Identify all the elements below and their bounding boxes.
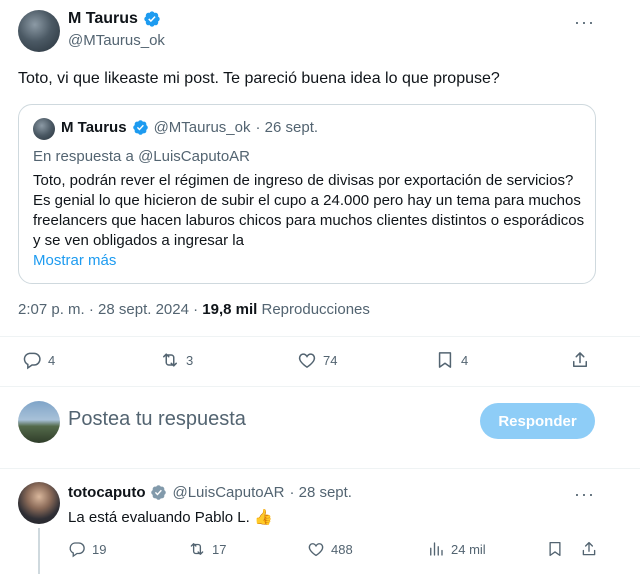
reply-count: 19 <box>92 541 107 557</box>
views-label: Reproducciones <box>257 301 370 318</box>
repost-icon <box>190 543 204 555</box>
quoted-tweet-text: Toto, podrán rever el régimen de ingreso… <box>33 172 585 249</box>
share-button[interactable] <box>570 350 590 370</box>
show-more-link[interactable]: Mostrar más <box>33 252 116 269</box>
more-options-icon[interactable]: ··· <box>574 484 595 505</box>
reply-tweet-date[interactable]: · 28 sept. <box>289 484 352 501</box>
analytics-icon <box>430 542 443 556</box>
repost-count: 17 <box>212 541 227 557</box>
share-icon <box>582 541 596 556</box>
bookmark-button[interactable]: 4 <box>435 350 468 370</box>
bookmark-icon <box>438 352 452 368</box>
views-button[interactable]: 24 mil <box>427 540 486 558</box>
reply-author-name[interactable]: totocaputo <box>68 484 145 501</box>
repost-button[interactable]: 17 <box>188 540 226 558</box>
quoted-tweet-card[interactable]: M Taurus @MTaurus_ok · 26 sept. En respu… <box>18 104 596 284</box>
reply-tweet-header: totocaputo @LuisCaputoAR · 28 sept. <box>68 484 352 501</box>
divider <box>0 336 640 337</box>
author-handle[interactable]: @MTaurus_ok <box>68 32 165 49</box>
quoted-author-avatar <box>33 118 55 140</box>
repost-count: 3 <box>186 352 194 368</box>
heart-icon <box>308 543 324 557</box>
views-count: 19,8 mil <box>202 301 258 318</box>
reply-button[interactable]: 19 <box>68 540 106 558</box>
quoted-reply-context: En respuesta a @LuisCaputoAR <box>33 148 251 165</box>
verified-gov-badge-icon <box>151 485 167 500</box>
views-count: 24 mil <box>451 541 486 557</box>
verified-badge-icon <box>144 11 160 27</box>
tweet-text: Toto, vi que likeaste mi post. Te pareci… <box>18 70 500 87</box>
thread-line <box>38 528 40 574</box>
like-button[interactable]: 488 <box>307 540 353 558</box>
tweet-timestamp[interactable]: 2:07 p. m. · 28 sept. 2024 · <box>18 301 202 318</box>
author-avatar[interactable] <box>18 10 60 52</box>
reply-icon <box>69 542 85 558</box>
share-icon <box>573 352 587 367</box>
like-button[interactable]: 74 <box>297 350 337 370</box>
share-button[interactable] <box>580 540 598 558</box>
divider <box>0 468 640 469</box>
reply-button[interactable]: 4 <box>22 350 55 370</box>
reply-tweet-text: La está evaluando Pablo L. 👍 <box>68 509 273 526</box>
like-count: 74 <box>323 352 338 368</box>
author-name[interactable]: M Taurus <box>68 10 138 28</box>
bookmark-icon <box>549 541 561 557</box>
tweet-timestamp-row: 2:07 p. m. · 28 sept. 2024 · 19,8 mil Re… <box>18 301 370 318</box>
like-count: 488 <box>331 541 353 557</box>
user-avatar[interactable] <box>18 401 60 443</box>
quoted-author-handle: @MTaurus_ok <box>153 119 251 136</box>
reply-input[interactable]: Postea tu respuesta <box>68 408 458 431</box>
divider <box>0 386 640 387</box>
reply-icon <box>23 352 41 370</box>
repost-button[interactable]: 3 <box>160 350 193 370</box>
author-name-row[interactable]: M Taurus <box>68 10 161 28</box>
reply-author-handle[interactable]: @LuisCaputoAR <box>172 484 284 501</box>
more-options-icon[interactable]: ··· <box>574 12 595 33</box>
reply-author-avatar[interactable] <box>18 482 60 524</box>
quoted-tweet-date: · 26 sept. <box>255 119 319 136</box>
verified-badge-icon <box>132 120 148 135</box>
quoted-author-name: M Taurus <box>61 119 127 136</box>
quoted-tweet-header: M Taurus @MTaurus_ok · 26 sept. <box>61 119 318 136</box>
responder-button[interactable]: Responder <box>480 403 595 439</box>
repost-icon <box>163 353 177 367</box>
heart-icon <box>298 353 316 368</box>
bookmark-count: 4 <box>461 352 469 368</box>
bookmark-button[interactable] <box>546 540 564 558</box>
reply-count: 4 <box>48 352 56 368</box>
